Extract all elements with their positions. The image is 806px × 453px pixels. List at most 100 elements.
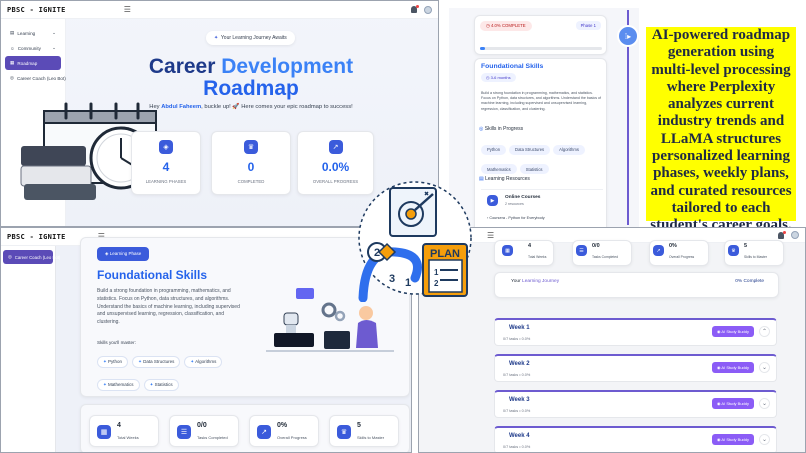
ai-study-buddy-button[interactable]: ◉ AI Study Buddy xyxy=(712,326,754,337)
resource-count: 2 resources xyxy=(505,202,524,206)
week-progress: 0/7 tasks • 0.0% xyxy=(503,445,531,449)
stat-card-tasks: ☰ 0/0 Tasks Completed xyxy=(572,240,632,266)
journey-title-part: Learning Journey xyxy=(522,279,560,284)
skill-chip: Data Structures xyxy=(509,144,551,155)
ai-study-buddy-button[interactable]: ◉ AI Study Buddy xyxy=(712,398,754,409)
chevron-down-icon[interactable]: ⌄ xyxy=(759,398,770,409)
skills-label: Skills you'll master: xyxy=(97,340,136,345)
stat-value: 4 xyxy=(528,243,532,249)
skill-label: Algorithms xyxy=(195,359,217,364)
journey-pill: ✦ Your Learning Journey Awaits xyxy=(206,31,295,45)
trophy-icon: ♛ xyxy=(244,140,258,154)
avatar-icon[interactable] xyxy=(424,5,432,14)
stat-value: 4 xyxy=(117,422,121,429)
chevron-down-icon[interactable]: ⌄ xyxy=(759,362,770,373)
star-icon: ✦ xyxy=(103,382,107,387)
step-number: 2 xyxy=(434,279,439,288)
stat-label: Overall Progress xyxy=(277,435,307,440)
sidebar-item-label: Career Coach (Leo Bot) xyxy=(17,75,66,81)
chart-icon: ↗ xyxy=(328,140,343,154)
button-label: AI Study Buddy xyxy=(721,437,749,442)
bell-icon[interactable] xyxy=(778,230,786,239)
trophy-icon: ♛ xyxy=(337,425,351,439)
skill-label: Data Structures xyxy=(143,359,175,364)
resource-item-text: Coursera - Python for Everybody xyxy=(489,216,545,220)
app-logo: PBSC - IGNITE xyxy=(7,5,66,14)
stat-value: 0/0 xyxy=(592,243,600,249)
skill-chip: Mathematics xyxy=(481,164,517,174)
stat-card-phases: ◈ 4 LEARNING PHASES xyxy=(131,131,201,195)
step-number: 1 xyxy=(434,268,439,277)
step-number: 1 xyxy=(405,277,411,289)
learning-phase-button[interactable]: ◈ Learning Phase xyxy=(97,247,150,261)
skill-chip: ✦ Algorithms xyxy=(184,356,223,368)
stat-value: 4 xyxy=(162,160,170,174)
sidebar-item-label: Learning xyxy=(17,30,36,36)
progress-bar-fill xyxy=(480,47,485,50)
week-card-4[interactable]: Week 4 0/7 tasks • 0.0% ◉ AI Study Buddy… xyxy=(494,426,777,452)
journey-title: Your Learning Journey xyxy=(511,279,559,284)
skills-heading-text: Skills in Progress xyxy=(484,126,524,132)
stat-label: Overall Progress xyxy=(669,255,695,259)
sidebar-item-label: Roadmap xyxy=(17,60,38,66)
resource-online-courses[interactable]: ▶ Online Courses 2 resources › Coursera … xyxy=(481,189,603,227)
skill-chip: ✦ Python xyxy=(97,356,129,368)
stat-card-weeks: ▦ 4 Total Weeks xyxy=(494,240,554,266)
bot-icon: ◉ xyxy=(717,437,721,442)
sidebar-item-career-coach[interactable]: ◎ Career Coach (Leo Bot) xyxy=(3,250,60,264)
top-bar: PBSC - IGNITE ☰ xyxy=(1,1,438,19)
stat-card-tasks: ☰ 0/0 Tasks Completed xyxy=(169,415,239,447)
ai-study-buddy-button[interactable]: ◉ AI Study Buddy xyxy=(712,434,754,445)
stat-value: 5 xyxy=(357,422,361,429)
phase-detail-panel: ◷ 4.0% COMPLETE Phase 1 Foundational Ski… xyxy=(449,8,639,227)
chevron-up-icon[interactable]: ⌃ xyxy=(759,326,770,337)
stat-label: Total Weeks xyxy=(528,255,547,259)
skills-list: ✦ Python ✦ Data Structures ✦ Algorithms✦ M… xyxy=(97,350,247,396)
bot-icon: ◎ xyxy=(10,75,15,80)
title-part: Roadmap xyxy=(203,77,299,100)
checklist-icon: ☰ xyxy=(576,245,587,256)
chart-icon: ↗ xyxy=(653,245,664,256)
sidebar-item-roadmap[interactable]: ▦ Roadmap xyxy=(5,56,61,70)
week-card-3[interactable]: Week 3 0/7 tasks • 0.0% ◉ AI Study Buddy… xyxy=(494,390,777,418)
complete-text: 4.0% COMPLETE xyxy=(490,23,526,28)
plan-label: PLAN xyxy=(430,248,460,260)
people-icon: ☺ xyxy=(10,45,15,51)
journey-title-part: Your xyxy=(511,279,523,284)
calendar-icon: ▦ xyxy=(502,245,513,256)
ai-study-buddy-button[interactable]: ◉ AI Study Buddy xyxy=(712,362,754,373)
sidebar-item-community[interactable]: ☺ Community ⌄ xyxy=(5,41,61,55)
skill-chip: Python xyxy=(481,144,507,155)
layers-icon: ◈ xyxy=(159,140,173,154)
resource-item[interactable]: › Coursera - Python for Everybody xyxy=(487,216,545,220)
resources-heading-text: Learning Resources xyxy=(485,176,530,182)
phase-title: Foundational Skills xyxy=(97,268,208,282)
menu-icon[interactable]: ☰ xyxy=(487,231,494,240)
avatar-icon[interactable] xyxy=(791,231,799,239)
map-icon: ▦ xyxy=(10,60,15,65)
duration-text: 3-6 months xyxy=(490,75,511,80)
resources-heading: ▤ Learning Resources xyxy=(479,176,530,182)
star-icon: ✦ xyxy=(149,382,154,387)
journey-pill-label: Your Learning Journey Awaits xyxy=(220,35,287,41)
sidebar-item-career-coach[interactable]: ◎ Career Coach (Leo Bot) xyxy=(5,71,66,85)
clock-icon: ◷ xyxy=(486,75,490,80)
chevron-down-icon[interactable]: ⌄ xyxy=(759,434,770,445)
week-card-1[interactable]: Week 1 0/7 tasks • 0.0% ◉ AI Study Buddy… xyxy=(494,318,777,346)
stats-row: ▦ 4 Total Weeks ☰ 0/0 Tasks Completed ↗ … xyxy=(494,240,784,268)
button-label: AI Study Buddy xyxy=(721,365,749,370)
stat-value: 5 xyxy=(744,243,748,249)
skill-label: Python xyxy=(108,359,123,364)
title-part: Career xyxy=(148,55,222,78)
stat-value: 0/0 xyxy=(197,422,207,429)
stat-label: Tasks Completed xyxy=(592,255,619,259)
skills-list: Python Data Structures Algorithms Mathemati… xyxy=(481,138,606,177)
menu-icon[interactable]: ☰ xyxy=(124,5,131,14)
week-progress: 0/7 tasks • 0.0% xyxy=(503,337,531,341)
week-card-2[interactable]: Week 2 0/7 tasks • 0.0% ◉ AI Study Buddy… xyxy=(494,354,777,382)
bot-icon: ◉ xyxy=(717,329,721,334)
sidebar-item-learning[interactable]: ▤ Learning ⌄ xyxy=(5,26,61,40)
book-icon: ▤ xyxy=(479,176,484,182)
bell-icon[interactable] xyxy=(411,5,419,13)
stat-card-skills: ♛ 5 Skills to Master xyxy=(724,240,784,266)
